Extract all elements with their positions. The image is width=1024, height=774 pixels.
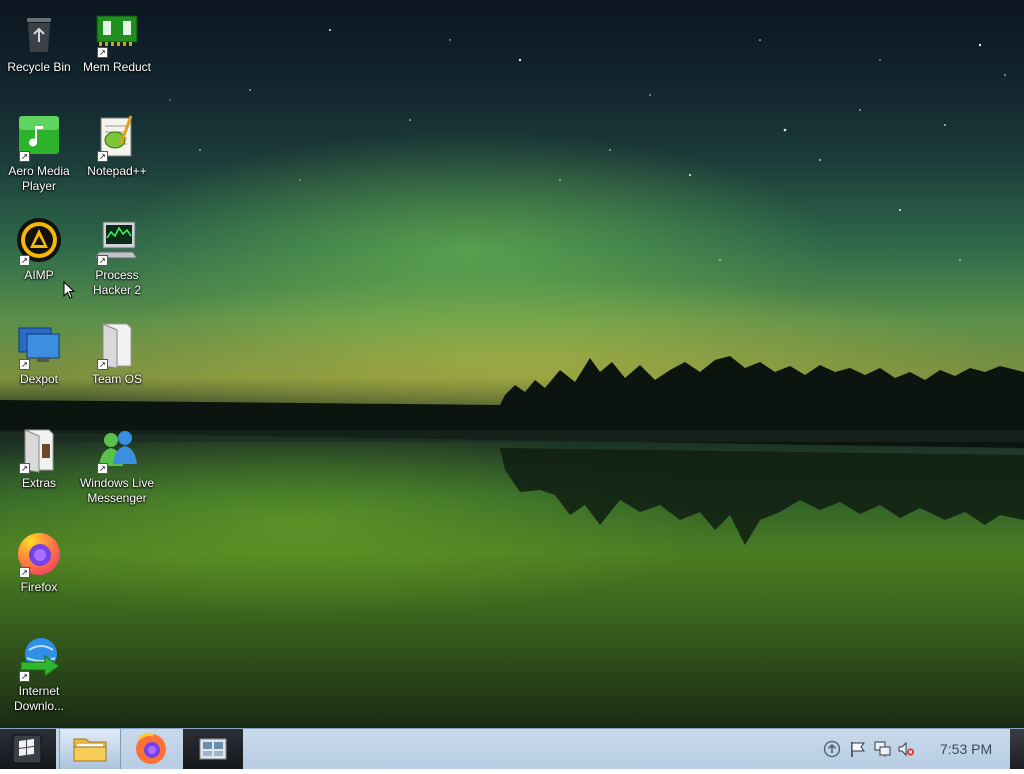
shortcut-arrow-icon: ↗ — [19, 567, 30, 578]
firefox-icon: ↗ — [15, 530, 63, 578]
desktop-icon-aero-media-player[interactable]: ↗ Aero Media Player — [0, 114, 78, 194]
desktop-icon-aimp[interactable]: ↗ AIMP — [0, 218, 78, 283]
start-button[interactable] — [0, 729, 56, 769]
up-arrow-icon[interactable] — [823, 740, 841, 758]
shortcut-arrow-icon: ↗ — [19, 359, 30, 370]
window-switcher-icon — [199, 738, 227, 760]
desktop-icon-windows-live-messenger[interactable]: ↗ Windows Live Messenger — [78, 426, 156, 506]
taskbar-task-view-button[interactable] — [183, 729, 243, 769]
desktop-screens-icon: ↗ — [15, 322, 63, 370]
firefox-icon — [136, 733, 166, 764]
desktop-icon-dexpot[interactable]: ↗ Dexpot — [0, 322, 78, 387]
icon-label: Windows Live Messenger — [79, 476, 155, 505]
shortcut-arrow-icon: ↗ — [19, 255, 30, 266]
icon-label: Aero Media Player — [8, 164, 70, 193]
shortcut-arrow-icon: ↗ — [97, 463, 108, 474]
globe-download-icon: ↗ — [15, 634, 63, 682]
shortcut-arrow-icon: ↗ — [97, 255, 108, 266]
notepad-icon: ↗ — [93, 114, 141, 162]
icon-label: Process Hacker 2 — [92, 268, 142, 297]
shortcut-arrow-icon: ↗ — [19, 463, 30, 474]
desktop-icon-extras[interactable]: ↗ Extras — [0, 426, 78, 491]
taskbar-file-explorer-button[interactable] — [59, 729, 121, 769]
icon-label: Notepad++ — [87, 164, 147, 178]
desktop-icon-internet-download-manager[interactable]: ↗ Internet Downlo... — [0, 634, 78, 714]
show-desktop-button[interactable] — [1010, 729, 1024, 769]
icon-label: Firefox — [20, 580, 58, 594]
shortcut-arrow-icon: ↗ — [97, 151, 108, 162]
icon-label: Recycle Bin — [7, 60, 71, 74]
volume-muted-icon[interactable] — [897, 740, 915, 758]
shortcut-arrow-icon: ↗ — [19, 151, 30, 162]
icon-label: Dexpot — [19, 372, 59, 386]
recycle-bin-icon — [15, 10, 63, 58]
computer-monitor-icon: ↗ — [93, 218, 141, 266]
icon-label: Extras — [21, 476, 56, 490]
desktop-icon-firefox[interactable]: ↗ Firefox — [0, 530, 78, 595]
taskbar: 7:53 PM — [0, 728, 1024, 769]
icon-label: AIMP — [24, 268, 54, 282]
icon-label: Internet Downlo... — [13, 684, 65, 713]
icon-label: Team OS — [91, 372, 142, 386]
taskbar-firefox-button[interactable] — [121, 729, 181, 769]
memory-chip-icon: ↗ — [93, 10, 141, 58]
mouse-cursor-icon — [63, 281, 75, 299]
folder-icon: ↗ — [15, 426, 63, 474]
taskbar-clock[interactable]: 7:53 PM — [940, 741, 992, 757]
shortcut-arrow-icon: ↗ — [97, 359, 108, 370]
desktop-icon-notepad-plus-plus[interactable]: ↗ Notepad++ — [78, 114, 156, 179]
desktop-icon-team-os[interactable]: ↗ Team OS — [78, 322, 156, 387]
messenger-buddies-icon: ↗ — [93, 426, 141, 474]
music-note-icon: ↗ — [15, 114, 63, 162]
windows-logo-icon — [12, 734, 42, 764]
network-icon[interactable] — [873, 740, 891, 758]
flag-icon[interactable] — [849, 740, 867, 758]
desktop-icon-mem-reduct[interactable]: ↗ Mem Reduct — [78, 10, 156, 75]
aimp-icon: ↗ — [15, 218, 63, 266]
shortcut-arrow-icon: ↗ — [97, 47, 108, 58]
icon-label: Mem Reduct — [82, 60, 152, 74]
shortcut-arrow-icon: ↗ — [19, 671, 30, 682]
folder-icon: ↗ — [93, 322, 141, 370]
desktop-icon-recycle-bin[interactable]: Recycle Bin — [0, 10, 78, 75]
folder-icon — [73, 738, 107, 762]
desktop-icon-process-hacker-2[interactable]: ↗ Process Hacker 2 — [78, 218, 156, 298]
